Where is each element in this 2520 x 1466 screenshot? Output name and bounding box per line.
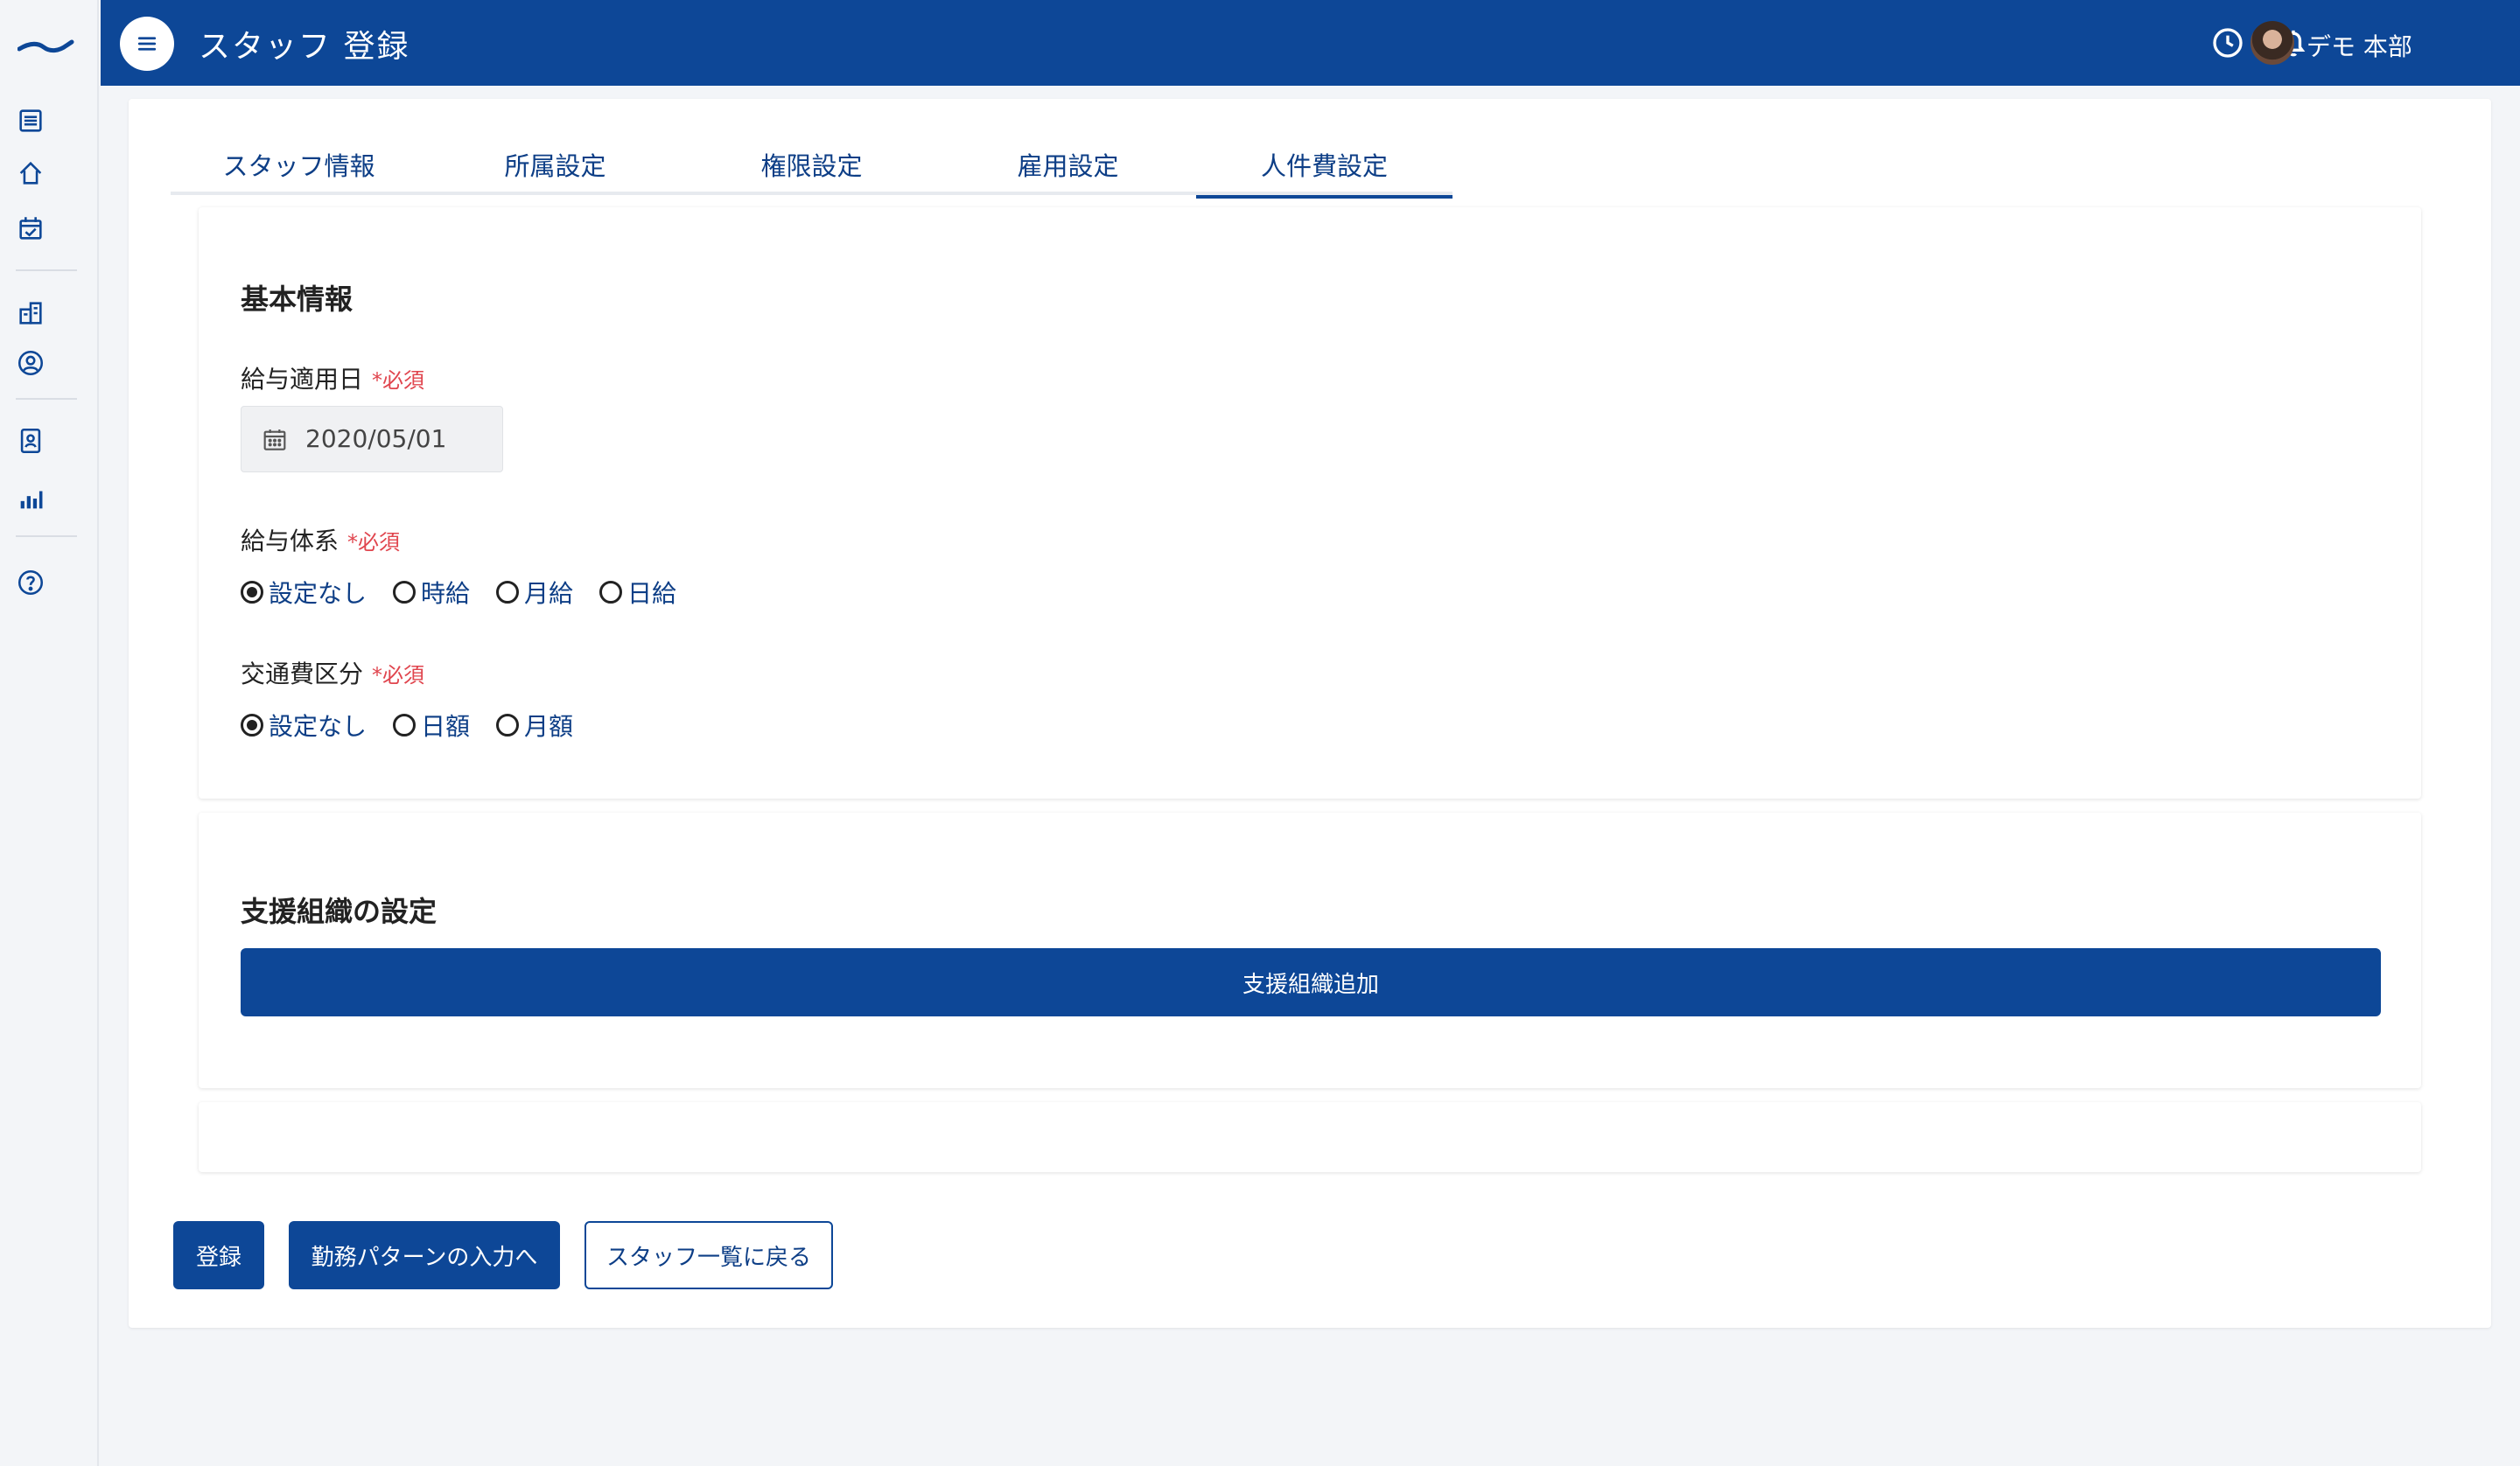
- transport-label-text: 交通費区分: [241, 660, 364, 688]
- radio-label: 月額: [524, 712, 574, 741]
- pay-system-label-text: 給与体系: [241, 527, 340, 555]
- radio-unselected-icon: [599, 581, 623, 604]
- required-mark: *必須: [347, 530, 401, 555]
- transport-label: 交通費区分 *必須: [241, 655, 424, 690]
- tab-staff-info[interactable]: スタッフ情報: [171, 134, 427, 195]
- support-org-section: 支援組織の設定 支援組織追加: [199, 813, 2421, 1088]
- tab-bar: スタッフ情報 所属設定 権限設定 雇用設定 人件費設定: [171, 134, 1452, 199]
- calendar-icon: [263, 429, 286, 450]
- pay-system-radio-group: 設定なし 時給 月給 日給: [241, 575, 703, 610]
- back-to-list-button[interactable]: スタッフ一覧に戻る: [584, 1221, 833, 1289]
- radio-unselected-icon: [496, 714, 520, 736]
- clock-icon[interactable]: [2209, 24, 2246, 61]
- list-icon[interactable]: [15, 105, 46, 136]
- help-icon[interactable]: [15, 567, 46, 598]
- radio-label: 日額: [421, 712, 471, 741]
- tab-affiliation[interactable]: 所属設定: [427, 134, 683, 195]
- salary-date-label: 給与適用日 *必須: [241, 360, 424, 395]
- app-logo[interactable]: [18, 31, 79, 58]
- work-pattern-button[interactable]: 勤務パターンの入力へ: [289, 1221, 560, 1289]
- radio-unselected-icon: [393, 714, 416, 736]
- avatar[interactable]: [2250, 21, 2294, 65]
- user-circle-icon[interactable]: [15, 347, 46, 379]
- radio-label: 設定なし: [269, 579, 368, 608]
- sidebar-divider: [16, 535, 77, 537]
- pay-system-option-daily[interactable]: 日給: [599, 575, 676, 610]
- main-card: スタッフ情報 所属設定 権限設定 雇用設定 人件費設定 基本情報 給与適用日 *必…: [129, 99, 2491, 1328]
- transport-option-none[interactable]: 設定なし: [241, 708, 367, 743]
- required-mark: *必須: [372, 663, 425, 688]
- section-title: 支援組織の設定: [241, 895, 438, 928]
- tab-employment[interactable]: 雇用設定: [940, 134, 1196, 195]
- pay-system-label: 給与体系 *必須: [241, 522, 400, 557]
- radio-label: 時給: [421, 579, 471, 608]
- menu-icon: [137, 37, 157, 51]
- page-title: スタッフ 登録: [199, 29, 410, 65]
- id-card-icon[interactable]: [15, 425, 46, 457]
- top-header: スタッフ 登録 デモ 本部: [101, 0, 2520, 86]
- empty-section: [199, 1102, 2421, 1172]
- building-icon[interactable]: [15, 297, 46, 329]
- tab-labor-cost[interactable]: 人件費設定: [1196, 134, 1452, 199]
- radio-unselected-icon: [393, 581, 416, 604]
- transport-option-monthly[interactable]: 月額: [496, 708, 573, 743]
- radio-label: 日給: [627, 579, 677, 608]
- transport-option-daily[interactable]: 日額: [393, 708, 470, 743]
- salary-date-value: 2020/05/01: [305, 424, 447, 453]
- user-name[interactable]: デモ 本部: [2306, 28, 2412, 63]
- salary-date-label-text: 給与適用日: [241, 365, 364, 394]
- transport-radio-group: 設定なし 日額 月額: [241, 708, 599, 743]
- add-support-org-button[interactable]: 支援組織追加: [241, 948, 2381, 1016]
- sidebar: [0, 0, 99, 1466]
- sidebar-divider: [16, 269, 77, 271]
- register-button[interactable]: 登録: [173, 1221, 264, 1289]
- required-mark: *必須: [372, 368, 425, 393]
- salary-date-field[interactable]: 2020/05/01: [241, 406, 503, 472]
- sidebar-divider: [16, 398, 77, 400]
- tab-permissions[interactable]: 権限設定: [683, 134, 940, 195]
- pay-system-option-none[interactable]: 設定なし: [241, 575, 367, 610]
- radio-label: 設定なし: [269, 712, 368, 741]
- hamburger-menu-button[interactable]: [120, 17, 174, 71]
- bar-chart-icon[interactable]: [15, 483, 46, 514]
- pay-system-option-hourly[interactable]: 時給: [393, 575, 470, 610]
- basic-info-section: 基本情報 給与適用日 *必須 2020/05/01 給与体系 *必須 設定なし 時給…: [199, 207, 2421, 799]
- home-icon[interactable]: [15, 157, 46, 189]
- pay-system-option-monthly[interactable]: 月給: [496, 575, 573, 610]
- radio-selected-icon: [241, 714, 263, 736]
- radio-selected-icon: [241, 581, 263, 604]
- radio-unselected-icon: [496, 581, 520, 604]
- radio-label: 月給: [524, 579, 574, 608]
- calendar-check-icon[interactable]: [15, 213, 46, 244]
- section-title: 基本情報: [241, 283, 354, 316]
